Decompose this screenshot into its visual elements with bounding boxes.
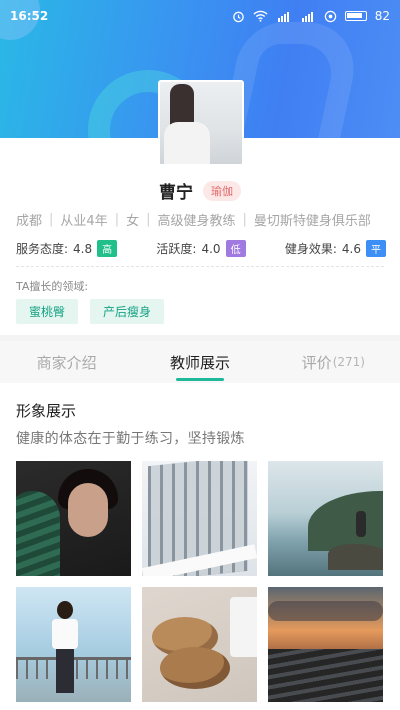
stat-badge: 高 [97,240,118,257]
field-tags: 蜜桃臀 产后瘦身 [16,299,165,324]
trainer-name: 曹宁 [159,183,193,203]
rating-stats: 服务态度: 4.8 高 活跃度: 4.0 低 健身效果: 4.6 平 [16,240,386,257]
stat-label: 活跃度: [156,242,197,256]
name-row: 曹宁 瑜伽 [0,178,400,203]
trainer-profile-page: 16:52 82 曹宁 瑜伽 成都 | 从业4年 | 女 | 高级健身教练 | … [0,0,400,710]
stat-value: 4.6 [341,241,361,256]
battery-icon [344,11,367,21]
divider [16,266,384,267]
stat-activity: 活跃度: 4.0 低 [156,240,246,257]
signal-4g-icon [276,10,292,22]
gallery-photo[interactable] [16,587,131,702]
gallery-subtitle: 健康的体态在于勤于练习，坚持锻炼 [16,431,245,447]
field-tag[interactable]: 蜜桃臀 [16,299,79,324]
stat-value: 4.0 [201,241,221,256]
photo-gallery [16,461,384,702]
info-experience: 从业4年 [60,214,108,229]
battery-level: 82 [374,9,390,23]
fields-label: TA擅长的领域: [16,280,89,293]
tab-merchant-intro[interactable]: 商家介绍 [0,341,133,383]
review-count: (271) [332,355,365,369]
trainer-info: 成都 | 从业4年 | 女 | 高级健身教练 | 曼切斯特健身俱乐部 [16,212,371,229]
tab-reviews[interactable]: 评价 (271) [267,341,400,383]
stat-label: 健身效果: [284,242,337,256]
info-city: 成都 [16,214,43,229]
gallery-photo[interactable] [142,461,257,576]
tab-teacher-showcase[interactable]: 教师展示 [133,341,266,383]
gallery-title: 形象展示 [16,402,77,420]
stat-value: 4.8 [73,241,93,256]
field-tag[interactable]: 产后瘦身 [90,299,165,324]
status-bar: 16:52 82 [0,0,400,32]
gallery-photo[interactable] [16,461,131,576]
stat-badge: 低 [225,240,246,257]
stat-service: 服务态度: 4.8 高 [16,240,118,257]
alarm-icon [232,10,245,23]
info-club: 曼切斯特健身俱乐部 [253,214,371,229]
wifi-icon [253,10,268,22]
signal-icon [300,10,316,22]
info-gender: 女 [126,214,140,229]
stat-label: 服务态度: [16,242,69,256]
stat-effect: 健身效果: 4.6 平 [285,240,386,257]
status-time: 16:52 [10,9,49,23]
notification-icon [324,10,337,23]
specialty-tag: 瑜伽 [203,180,241,201]
active-tab-indicator [175,378,224,381]
gallery-photo[interactable] [142,587,257,702]
gallery-photo[interactable] [268,587,383,702]
tab-bar: 商家介绍 教师展示 评价 (271) [0,341,400,383]
stat-badge: 平 [365,240,386,257]
gallery-photo[interactable] [268,461,383,576]
info-title: 高级健身教练 [157,214,236,229]
avatar[interactable] [158,80,244,166]
